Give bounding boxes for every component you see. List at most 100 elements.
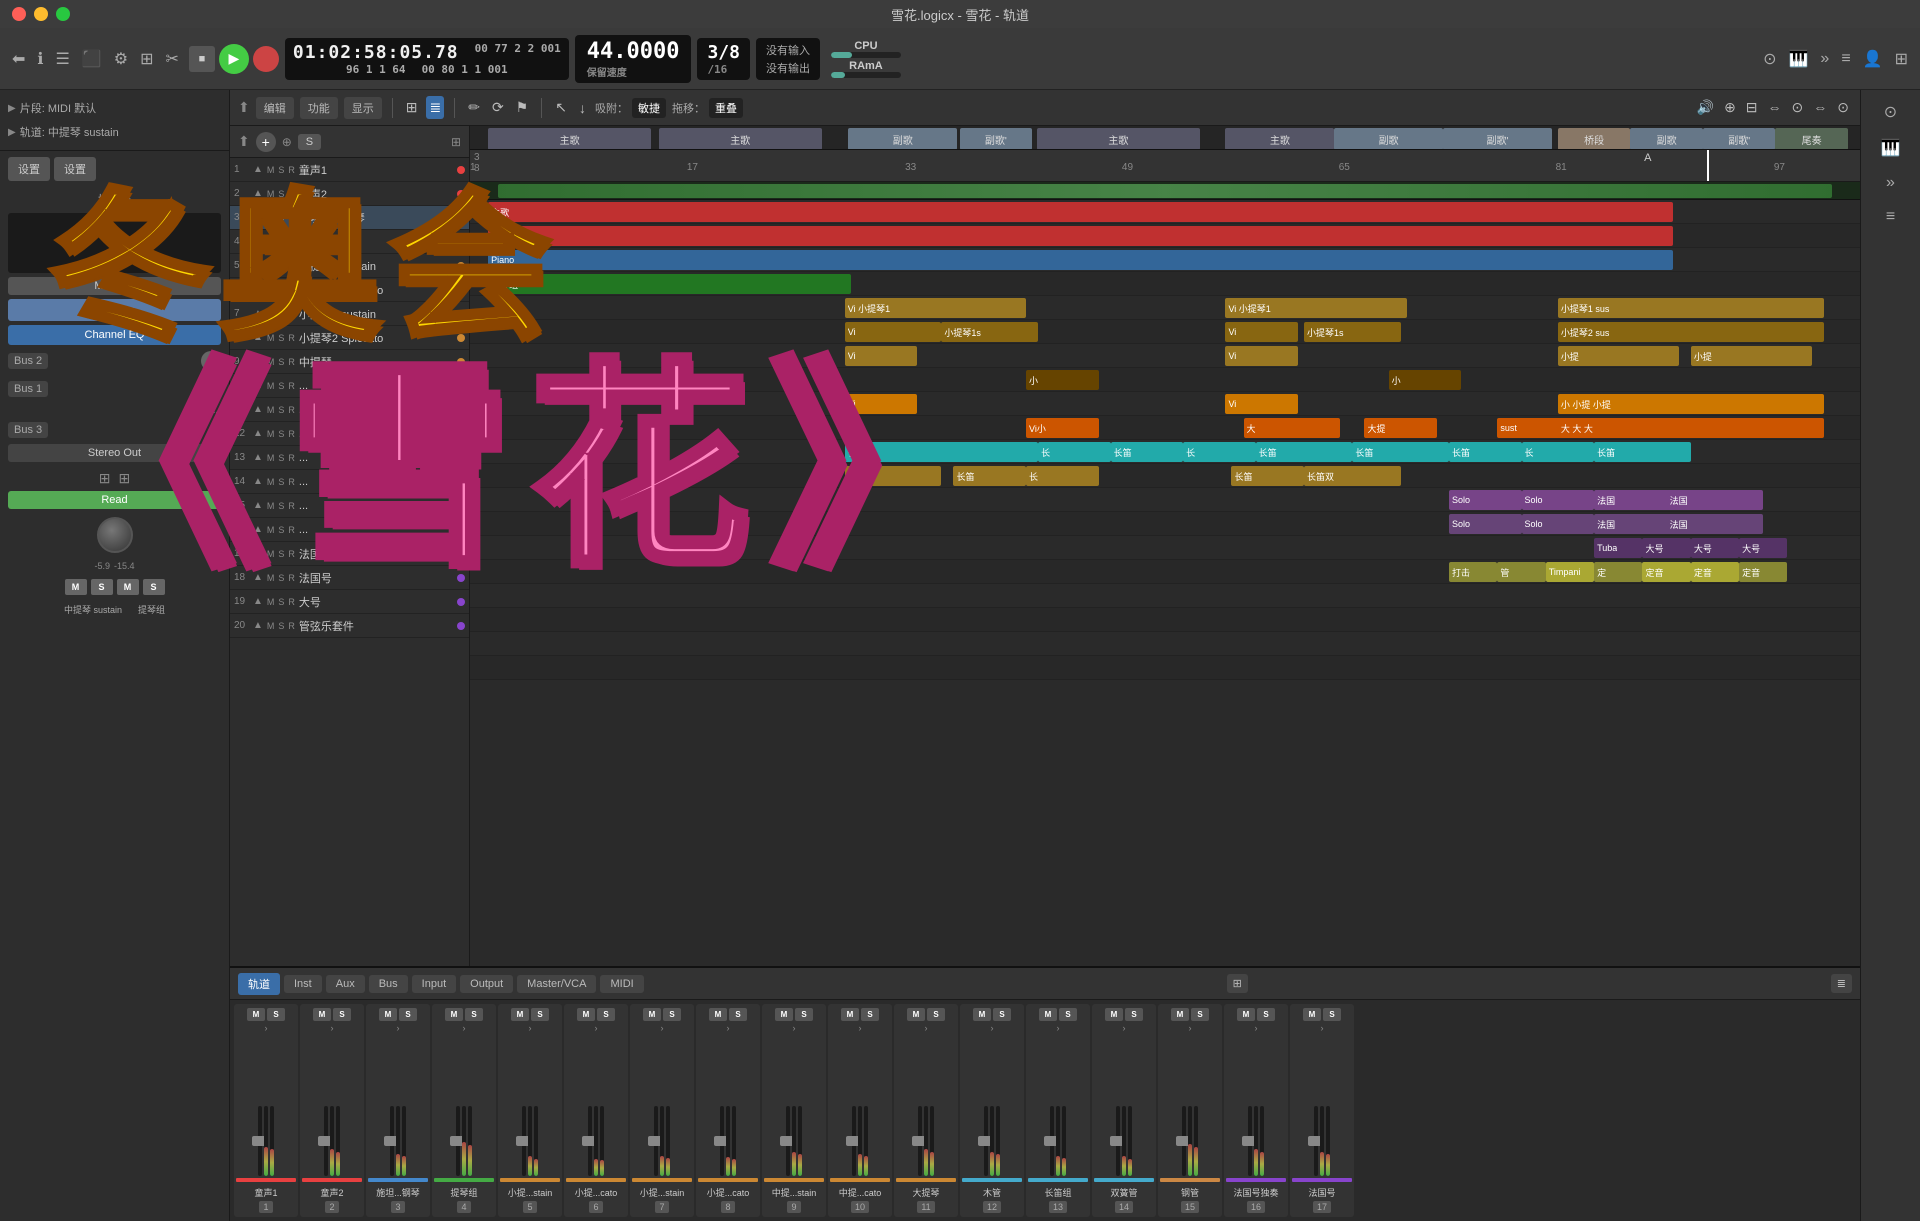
clip[interactable]: Vi bbox=[845, 322, 942, 342]
segment-arrow[interactable]: ▶ bbox=[8, 103, 16, 114]
speaker-icon[interactable]: 🔊 bbox=[1694, 96, 1717, 119]
swap-icon[interactable]: ⇔ bbox=[1765, 96, 1785, 119]
mixer-mute-btn[interactable]: M bbox=[643, 1008, 661, 1021]
track-record-btn[interactable]: R bbox=[287, 453, 296, 463]
track-mute-btn[interactable]: M bbox=[266, 237, 276, 247]
clip[interactable]: 大 bbox=[1244, 418, 1341, 438]
plugin-icon[interactable]: ⊙ bbox=[1759, 45, 1780, 73]
clip[interactable]: Vi 小提琴1 bbox=[1225, 298, 1406, 318]
track-mute-btn[interactable]: M bbox=[266, 621, 276, 631]
channel-eq-button[interactable]: Channel EQ bbox=[8, 325, 221, 345]
track-mute-btn[interactable]: M bbox=[266, 333, 276, 343]
track-record-btn[interactable]: R bbox=[287, 285, 296, 295]
loop-icon[interactable]: ⟳ bbox=[489, 96, 507, 119]
track-row[interactable]: 11 ▲ M S R ... bbox=[230, 398, 469, 422]
track-row[interactable]: 1 ▲ M S R 童声1 bbox=[230, 158, 469, 182]
clip[interactable]: 长笛 bbox=[1352, 442, 1449, 462]
clip[interactable]: 法国 bbox=[1667, 514, 1764, 534]
minimize-button[interactable] bbox=[34, 7, 48, 21]
clip[interactable]: Vi 小提琴1 bbox=[845, 298, 1026, 318]
clip[interactable]: Solo bbox=[1449, 514, 1522, 534]
track-solo-btn[interactable]: S bbox=[277, 549, 285, 559]
track-mute-btn[interactable]: M bbox=[266, 405, 276, 415]
track-solo-btn[interactable]: S bbox=[277, 525, 285, 535]
volume-knob[interactable] bbox=[97, 517, 133, 553]
track-record-btn[interactable]: R bbox=[287, 309, 296, 319]
clip[interactable]: 大号 bbox=[1642, 538, 1690, 558]
clip[interactable]: 大提 bbox=[1364, 418, 1437, 438]
clip[interactable]: 长笛 bbox=[1231, 466, 1304, 486]
grid-icon[interactable]: ⊞ bbox=[403, 96, 421, 119]
track-record-btn[interactable]: R bbox=[287, 357, 296, 367]
clip[interactable]: 主歌 bbox=[488, 202, 1673, 222]
track-mute-btn[interactable]: M bbox=[266, 165, 276, 175]
mixer-mute-btn[interactable]: M bbox=[775, 1008, 793, 1021]
mixer-solo-btn[interactable]: S bbox=[531, 1008, 549, 1021]
track-row[interactable]: 19 ▲ M S R 大号 bbox=[230, 590, 469, 614]
track-record-btn[interactable]: R bbox=[287, 333, 296, 343]
mixer-icon[interactable]: ⊞ bbox=[136, 45, 157, 73]
track-row[interactable]: 7 ▲ M S R 小提琴2 sustain bbox=[230, 302, 469, 326]
circle2-icon[interactable]: ⊙ bbox=[1834, 96, 1852, 119]
clip[interactable]: Vi bbox=[1225, 322, 1298, 342]
track-record-btn[interactable]: R bbox=[287, 237, 296, 247]
track-row[interactable]: 8 ▲ M S R 小提琴2 Spiccato bbox=[230, 326, 469, 350]
clip[interactable]: 长 bbox=[1183, 442, 1256, 462]
settings-button[interactable]: 设置 bbox=[8, 157, 50, 181]
clip[interactable]: 大号 bbox=[1691, 538, 1739, 558]
mixer-solo-btn[interactable]: S bbox=[1125, 1008, 1143, 1021]
back-icon[interactable]: ⬅ bbox=[8, 45, 29, 73]
clip[interactable]: Vi bbox=[1225, 346, 1298, 366]
track-solo-btn[interactable]: S bbox=[277, 621, 285, 631]
mixer-tab-Inst[interactable]: Inst bbox=[284, 975, 322, 993]
track-solo-btn[interactable]: S bbox=[277, 573, 285, 583]
mixer-mute-btn[interactable]: M bbox=[841, 1008, 859, 1021]
track-solo-btn[interactable]: S bbox=[277, 477, 285, 487]
mixer-mute-btn[interactable]: M bbox=[445, 1008, 463, 1021]
mixer-mute-btn[interactable]: M bbox=[1237, 1008, 1255, 1021]
mixer-grid-button[interactable]: ⊞ bbox=[1227, 974, 1248, 993]
track-mute-btn[interactable]: M bbox=[266, 261, 276, 271]
track-mute-btn[interactable]: M bbox=[266, 189, 276, 199]
mixer-solo-btn[interactable]: S bbox=[267, 1008, 285, 1021]
track-mute-btn[interactable]: M bbox=[266, 453, 276, 463]
track-record-btn[interactable]: R bbox=[287, 549, 296, 559]
track-record-btn[interactable]: R bbox=[287, 405, 296, 415]
clip[interactable]: 大号 bbox=[1739, 538, 1787, 558]
pencil-icon[interactable]: ✏ bbox=[465, 96, 483, 119]
clip[interactable]: 小 小提 小提 bbox=[1558, 394, 1824, 414]
track-mute-btn[interactable]: M bbox=[266, 309, 276, 319]
mixer-mute-btn[interactable]: M bbox=[907, 1008, 925, 1021]
mixer-mute-btn[interactable]: M bbox=[973, 1008, 991, 1021]
display-button[interactable]: 显示 bbox=[344, 97, 382, 119]
play-button[interactable]: ▶ bbox=[219, 44, 249, 74]
track-row[interactable]: 12 ▲ M S R ... bbox=[230, 422, 469, 446]
arrow-icon[interactable]: ↖ bbox=[552, 96, 570, 119]
clip[interactable]: 长笛 bbox=[1449, 442, 1522, 462]
right-chevron-icon[interactable]: » bbox=[1882, 170, 1899, 196]
right-piano-icon[interactable]: 🎹 bbox=[1877, 134, 1905, 162]
mixer-solo-btn[interactable]: S bbox=[927, 1008, 945, 1021]
track-row[interactable]: 5 ▲ M S R 小提琴1 sustain bbox=[230, 254, 469, 278]
clip[interactable]: 长笛 bbox=[953, 466, 1026, 486]
track-record-btn[interactable]: R bbox=[287, 213, 296, 223]
cut-icon[interactable]: ✂ bbox=[162, 45, 183, 73]
track-solo-btn[interactable]: S bbox=[277, 165, 285, 175]
expand-icon[interactable]: ⊞ bbox=[451, 135, 461, 149]
track-mute-btn[interactable]: M bbox=[266, 549, 276, 559]
mixer-tab-Output[interactable]: Output bbox=[460, 975, 513, 993]
clip[interactable]: 小提琴2 sus bbox=[1558, 322, 1824, 342]
bpm-display[interactable]: 44.0000 保留速度 bbox=[575, 35, 692, 83]
bus-2-toggle[interactable] bbox=[201, 351, 221, 371]
list-view-icon[interactable]: ≣ bbox=[426, 96, 444, 119]
solo-button-right[interactable]: S bbox=[143, 579, 165, 595]
mixer-mute-btn[interactable]: M bbox=[1105, 1008, 1123, 1021]
mixer-mute-btn[interactable]: M bbox=[709, 1008, 727, 1021]
track-row[interactable]: 20 ▲ M S R 管弦乐套件 bbox=[230, 614, 469, 638]
clip[interactable]: 小提 bbox=[1691, 346, 1812, 366]
track-solo-btn[interactable]: S bbox=[277, 285, 285, 295]
mixer-solo-btn[interactable]: S bbox=[1257, 1008, 1275, 1021]
clip[interactable]: 长笛双 bbox=[1304, 466, 1401, 486]
mixer-solo-btn[interactable]: S bbox=[861, 1008, 879, 1021]
edit-button[interactable]: 编辑 bbox=[256, 97, 294, 119]
